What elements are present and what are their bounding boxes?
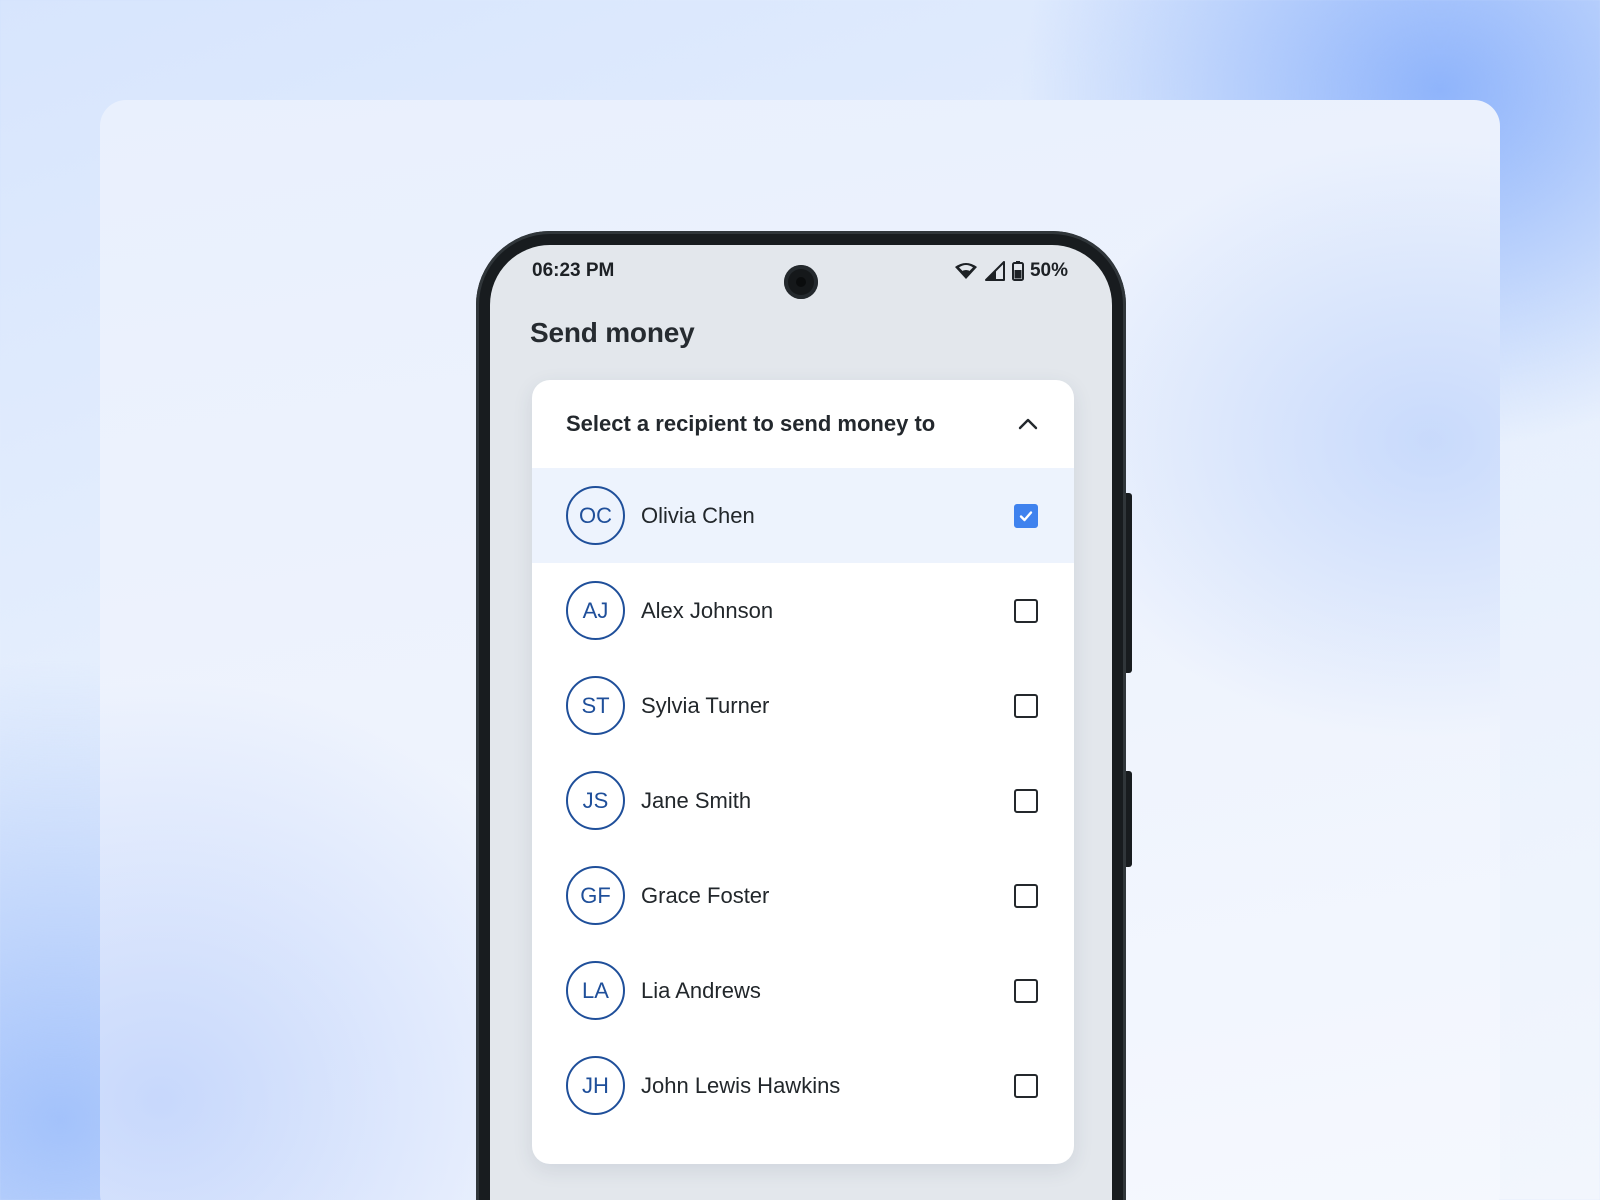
recipient-name: Grace Foster [641,882,770,908]
cellular-signal-icon [984,261,1006,281]
recipient-row[interactable]: JH John Lewis Hawkins [532,1038,1074,1133]
avatar: JS [566,771,625,830]
recipient-checkbox[interactable] [1014,978,1038,1003]
recipient-name: Alex Johnson [641,597,774,623]
status-icons: 50% [954,260,1068,282]
recipient-row[interactable]: LA Lia Andrews [532,943,1074,1038]
recipient-name: Lia Andrews [641,977,761,1003]
avatar: OC [566,486,625,545]
recipient-name: Sylvia Turner [641,692,770,718]
chevron-up-icon[interactable] [1016,412,1040,436]
recipient-checkbox[interactable] [1014,1073,1038,1098]
battery-percentage: 50% [1029,260,1068,281]
recipient-name: Jane Smith [641,787,752,813]
avatar: GF [566,866,625,925]
volume-button [1126,493,1132,673]
phone-screen: 06:23 PM 50% Send money Select a recipie… [490,245,1112,1200]
recipient-row[interactable]: GF Grace Foster [532,848,1074,943]
power-button [1126,771,1132,867]
recipient-checkbox[interactable] [1014,693,1038,718]
wifi-icon [954,262,978,280]
avatar: JH [566,1056,625,1115]
recipient-dropdown-header[interactable]: Select a recipient to send money to [532,380,1074,468]
recipient-dropdown-panel: Select a recipient to send money to OC Ol… [532,380,1074,1164]
recipient-row[interactable]: AJ Alex Johnson [532,563,1074,658]
avatar: LA [566,961,625,1020]
recipient-name: Olivia Chen [641,502,755,528]
battery-icon [1011,261,1024,281]
phone-frame: 06:23 PM 50% Send money Select a recipie… [476,231,1132,1200]
front-camera [784,265,818,299]
status-time: 06:23 PM [532,260,615,281]
recipient-list: OC Olivia Chen AJ Alex Johnson ST Sylvia Turn… [532,468,1074,1133]
page-title: Send money [530,317,695,348]
avatar: AJ [566,581,625,640]
recipient-checkbox[interactable] [1014,883,1038,908]
recipient-row[interactable]: OC Olivia Chen [532,468,1074,563]
recipient-name: John Lewis Hawkins [641,1072,841,1098]
checkmark-icon [1019,510,1033,521]
avatar: ST [566,676,625,735]
recipient-checkbox[interactable] [1014,598,1038,623]
recipient-dropdown-title: Select a recipient to send money to [566,411,936,436]
recipient-checkbox[interactable] [1014,788,1038,813]
recipient-row[interactable]: ST Sylvia Turner [532,658,1074,753]
recipient-checkbox[interactable] [1014,503,1038,528]
recipient-row[interactable]: JS Jane Smith [532,753,1074,848]
